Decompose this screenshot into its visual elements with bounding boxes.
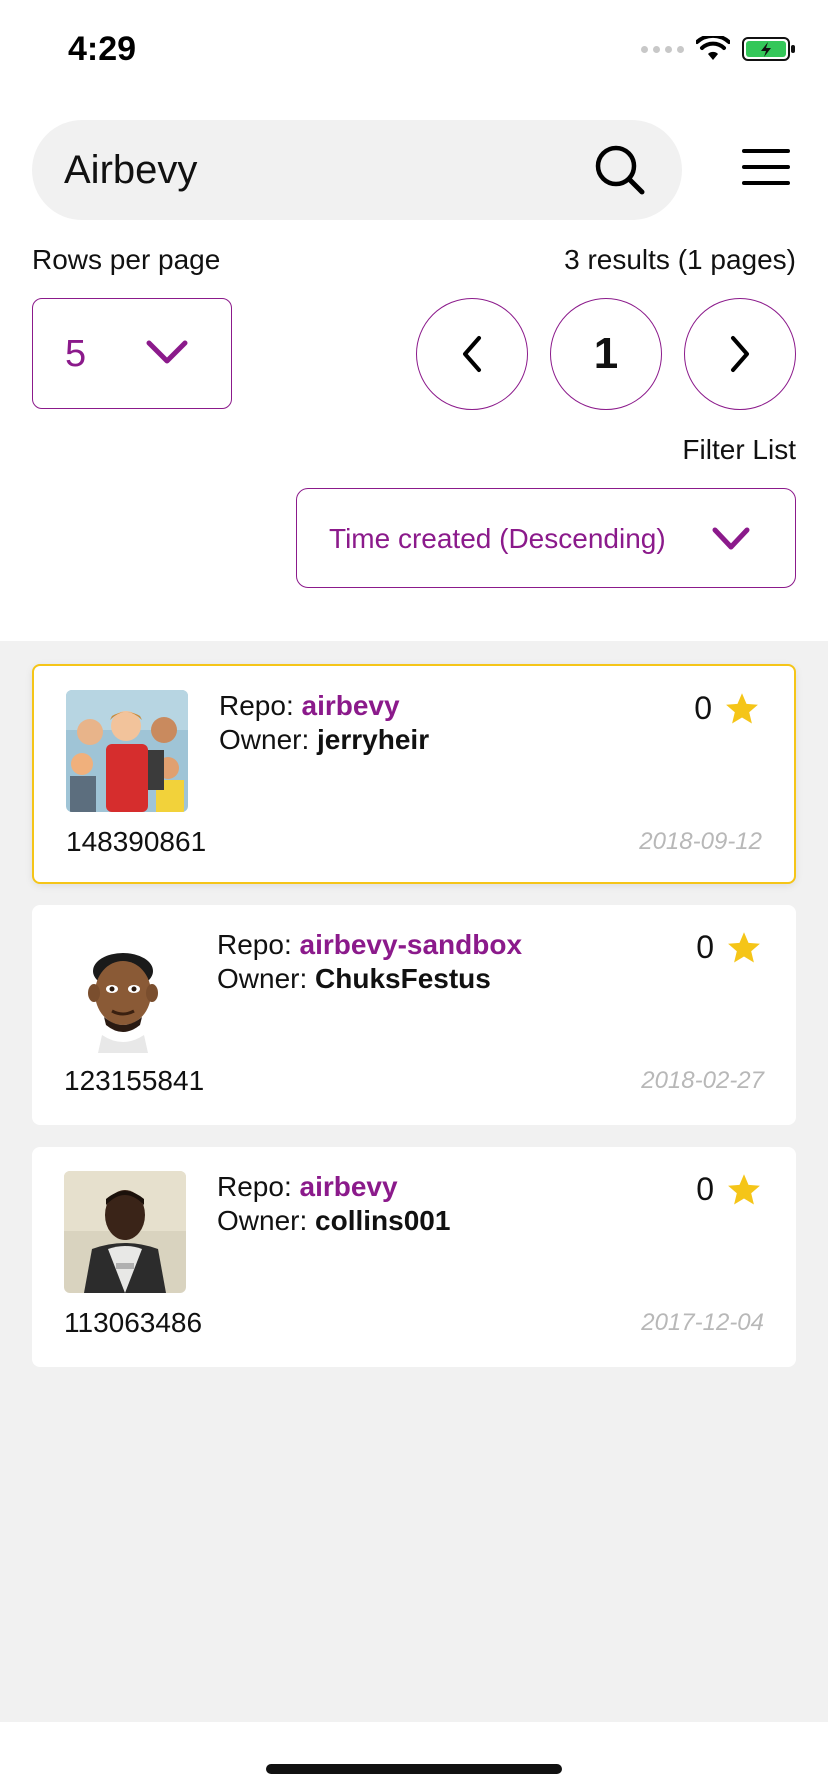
avatar <box>66 690 188 812</box>
status-icons <box>641 34 796 64</box>
cellular-signal-icon <box>641 45 684 53</box>
rows-per-page-label: Rows per page <box>32 244 221 275</box>
home-indicator[interactable] <box>266 1764 562 1774</box>
search-icon[interactable] <box>592 142 648 198</box>
star-count: 0 <box>696 1171 762 1208</box>
star-icon <box>728 1173 760 1205</box>
battery-charging-icon <box>742 37 795 61</box>
chevron-right-icon <box>731 336 749 372</box>
created-date: 2018-09-12 <box>639 828 762 855</box>
repo-name-link[interactable]: airbevy <box>300 1171 398 1202</box>
wifi-icon <box>696 36 730 60</box>
repo-prefix: Repo: <box>217 1171 300 1202</box>
owner-name: collins001 <box>315 1205 451 1236</box>
owner-name: jerryheir <box>317 724 430 755</box>
chevron-down-icon <box>712 527 750 550</box>
star-count-value: 0 <box>696 929 714 965</box>
avatar <box>64 1171 186 1293</box>
star-count-value: 0 <box>694 690 712 726</box>
star-count: 0 <box>694 690 760 727</box>
hamburger-menu-icon[interactable] <box>740 145 792 189</box>
repo-id: 148390861 <box>66 826 207 857</box>
filter-value: Time created (Descending) <box>329 523 666 554</box>
results-count: 3 results (1 pages) <box>564 244 796 275</box>
owner-prefix: Owner: <box>219 724 318 755</box>
created-date: 2018-02-27 <box>641 1067 764 1094</box>
repo-name-link[interactable]: airbevy-sandbox <box>300 929 523 960</box>
repo-id: 113063486 <box>64 1307 203 1338</box>
owner-line: Owner: collins001 <box>217 1205 450 1237</box>
created-date: 2017-12-04 <box>641 1309 764 1336</box>
repo-line: Repo: airbevy-sandbox <box>217 929 522 961</box>
avatar <box>62 931 184 1053</box>
status-bar: 4:29 <box>0 0 828 100</box>
star-icon <box>728 931 760 963</box>
current-page-button[interactable]: 1 <box>550 298 662 410</box>
owner-name: ChuksFestus <box>315 963 491 994</box>
repo-card[interactable]: Repo: airbevy Owner: collins001 0 113063… <box>32 1147 796 1367</box>
repo-id: 123155841 <box>64 1065 205 1096</box>
repo-line: Repo: airbevy <box>219 690 400 722</box>
repo-name-link[interactable]: airbevy <box>302 690 400 721</box>
repo-card[interactable]: Repo: airbevy-sandbox Owner: ChuksFestus… <box>32 905 796 1125</box>
status-time: 4:29 <box>68 30 137 68</box>
owner-line: Owner: jerryheir <box>219 724 429 756</box>
filter-select[interactable]: Time created (Descending) <box>296 488 796 588</box>
chevron-down-icon <box>146 340 188 364</box>
current-page-number: 1 <box>593 329 619 378</box>
search-input[interactable]: Airbevy <box>64 148 197 193</box>
next-page-button[interactable] <box>684 298 796 410</box>
repo-prefix: Repo: <box>217 929 300 960</box>
repo-card[interactable]: Repo: airbevy Owner: jerryheir 0 1483908… <box>32 664 796 884</box>
filter-list-label: Filter List <box>682 434 796 465</box>
owner-prefix: Owner: <box>217 1205 316 1236</box>
rows-per-page-value: 5 <box>65 333 87 375</box>
search-bar[interactable]: Airbevy <box>32 120 682 220</box>
star-count: 0 <box>696 929 762 966</box>
repo-line: Repo: airbevy <box>217 1171 398 1203</box>
repo-list: Repo: airbevy Owner: jerryheir 0 1483908… <box>0 641 828 1722</box>
owner-line: Owner: ChuksFestus <box>217 963 491 995</box>
chevron-left-icon <box>463 336 481 372</box>
rows-per-page-select[interactable]: 5 <box>32 298 232 409</box>
star-icon <box>726 692 758 724</box>
previous-page-button[interactable] <box>416 298 528 410</box>
owner-prefix: Owner: <box>217 963 316 994</box>
repo-prefix: Repo: <box>219 690 302 721</box>
star-count-value: 0 <box>696 1171 714 1207</box>
